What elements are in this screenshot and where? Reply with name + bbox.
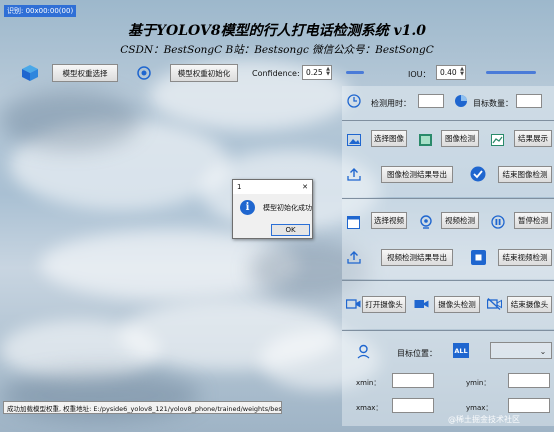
iou-spinbox[interactable]: 0.40 ▲ ▼ xyxy=(436,65,466,80)
select-video-button[interactable]: 选择视频 xyxy=(371,212,407,229)
video-detect-icon xyxy=(418,214,433,229)
video-panel xyxy=(342,199,554,279)
info-icon-glyph: i xyxy=(245,202,250,213)
ok-button[interactable]: OK xyxy=(271,224,310,236)
camera-off-icon xyxy=(486,297,502,310)
target-count-field xyxy=(516,94,542,108)
dialog-message: 模型初始化成功 xyxy=(263,204,312,212)
close-camera-button[interactable]: 结束摄像头 xyxy=(507,296,552,313)
show-result-button[interactable]: 结果展示 xyxy=(514,130,552,147)
pause-detect-button[interactable]: 暂停检测 xyxy=(514,212,552,229)
iou-slider[interactable] xyxy=(486,71,536,74)
detect-time-label: 检测用时： xyxy=(371,99,411,108)
all-targets-icon: ALL xyxy=(453,343,469,358)
target-count-label: 目标数量： xyxy=(473,99,513,108)
dialog-title: 1 xyxy=(237,183,242,191)
confidence-value: 0.25 xyxy=(306,68,323,77)
close-icon[interactable]: ✕ xyxy=(302,183,308,191)
confidence-slider[interactable] xyxy=(346,71,364,74)
xmin-field xyxy=(392,373,434,388)
video-file-icon xyxy=(346,215,360,229)
dialog-titlebar: 1 ✕ xyxy=(233,180,312,194)
select-weights-button[interactable]: 模型权重选择 xyxy=(52,64,118,82)
watermark: @稀土掘金技术社区 xyxy=(448,415,520,424)
check-circle-icon xyxy=(469,165,487,183)
confidence-label: Confidence: xyxy=(252,69,300,78)
cube-icon xyxy=(20,63,40,83)
settings-target-icon xyxy=(135,64,153,82)
ymin-field xyxy=(508,373,550,388)
camera-detect-icon xyxy=(413,297,429,310)
image-icon xyxy=(346,133,362,147)
upload-icon xyxy=(346,167,362,181)
chart-result-icon xyxy=(490,133,504,146)
ymax-field xyxy=(508,398,550,413)
end-video-detect-button[interactable]: 结束视频检测 xyxy=(498,249,552,266)
info-dialog: 1 ✕ i 模型初始化成功 OK xyxy=(232,179,313,239)
video-detect-button[interactable]: 视频检测 xyxy=(441,212,479,229)
upload-icon xyxy=(346,250,362,264)
xmin-label: xmin： xyxy=(356,379,381,387)
end-image-detect-button[interactable]: 结束图像检测 xyxy=(498,166,552,183)
stop-icon xyxy=(470,249,486,265)
app-title: 基于YOLOV8模型的行人打电话检测系统 v1.0 xyxy=(128,23,426,39)
iou-value: 0.40 xyxy=(440,68,457,77)
location-pin-icon xyxy=(356,343,370,359)
clock-icon xyxy=(346,93,362,109)
spin-arrows-icon: ▲ ▼ xyxy=(326,66,330,77)
detect-time-field xyxy=(418,94,444,108)
chevron-down-icon: ⌄ xyxy=(539,346,547,356)
xmax-label: xmax： xyxy=(356,404,383,412)
app-subtitle: CSDN：BestSongC B站：Bestsongc 微信公众号：BestSo… xyxy=(120,44,434,56)
target-position-label: 目标位置： xyxy=(397,349,437,358)
ymin-label: ymin： xyxy=(466,379,491,387)
image-detect-button[interactable]: 图像检测 xyxy=(441,130,479,147)
spin-arrows-icon: ▲ ▼ xyxy=(460,66,464,77)
all-badge-text: ALL xyxy=(454,346,468,355)
confidence-spinbox[interactable]: 0.25 ▲ ▼ xyxy=(302,65,332,80)
pie-chart-icon xyxy=(453,93,469,109)
window-badge: 识别: 00x00:00(00) xyxy=(4,5,77,17)
pause-icon xyxy=(490,214,505,229)
status-bar: 成功加载模型权重, 权重地址: E:/pyside6_yolov8_121/yo… xyxy=(3,401,282,414)
init-weights-button[interactable]: 模型权重初始化 xyxy=(170,64,238,82)
iou-label: IOU： xyxy=(408,70,431,79)
target-select-combobox[interactable]: ⌄ xyxy=(490,342,552,359)
image-detect-icon xyxy=(418,133,432,146)
camera-icon xyxy=(345,297,361,310)
info-icon: i xyxy=(240,200,255,215)
camera-detect-button[interactable]: 摄像头检测 xyxy=(434,296,480,313)
export-image-result-button[interactable]: 图像检测结果导出 xyxy=(381,166,453,183)
ymax-label: ymax： xyxy=(466,404,493,412)
xmax-field xyxy=(392,398,434,413)
select-image-button[interactable]: 选择图像 xyxy=(371,130,407,147)
open-camera-button[interactable]: 打开摄像头 xyxy=(362,296,406,313)
export-video-result-button[interactable]: 视频检测结果导出 xyxy=(381,249,453,266)
